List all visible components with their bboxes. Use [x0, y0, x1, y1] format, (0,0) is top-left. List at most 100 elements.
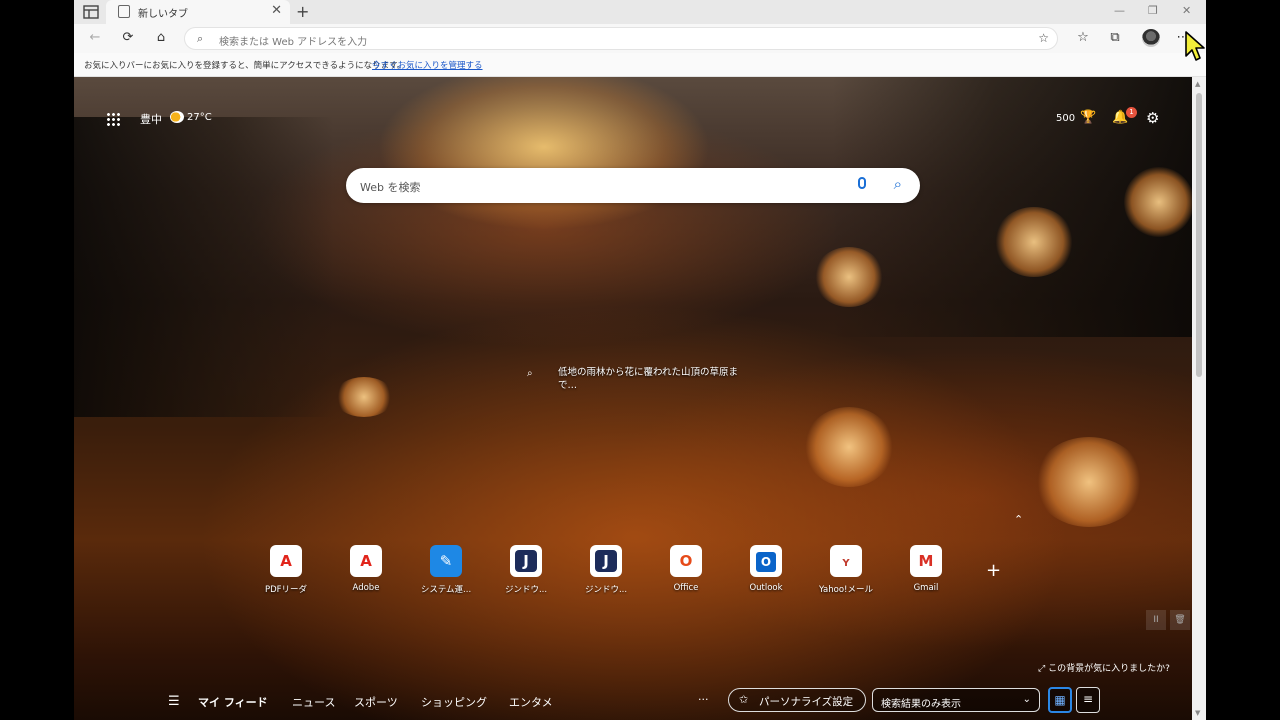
- gear-icon[interactable]: ⚙: [1146, 109, 1159, 127]
- background-flower: [1034, 437, 1144, 527]
- quicklink-label: ジンドウ...: [504, 585, 548, 595]
- manage-favorites-link[interactable]: 今すぐお気に入りを管理する: [372, 59, 483, 71]
- tab-actions-icon[interactable]: [82, 4, 100, 20]
- profile-avatar[interactable]: [1142, 29, 1160, 47]
- expand-icon: ⤢: [1038, 664, 1049, 674]
- like-background-label: この背景が気に入りましたか?: [1048, 664, 1170, 674]
- mouse-cursor-icon: [1185, 31, 1205, 61]
- grid-icon: ▦: [1054, 693, 1066, 707]
- scroll-up-icon[interactable]: ▲: [1195, 80, 1200, 88]
- system-app-icon: ✎: [430, 545, 462, 577]
- feed-bar: ☰ マイ フィード ニュース スポーツ ショッピング エンタメ ··· ✩ パー…: [74, 683, 1192, 720]
- refresh-button[interactable]: ⟳: [119, 30, 137, 45]
- yahoo-mail-icon: Y: [830, 545, 862, 577]
- tab-entertainment[interactable]: エンタメ: [509, 694, 553, 710]
- quick-links: A PDFリーダ A Adobe ✎ システム運... J ジンドウ... J …: [244, 545, 1004, 595]
- outlook-icon: O: [750, 545, 782, 577]
- background-caption[interactable]: 低地の雨林から花に覆われた山頂の草原まで…: [558, 366, 754, 392]
- trophy-icon[interactable]: 🏆: [1080, 110, 1096, 125]
- like-background-link[interactable]: ⤢ この背景が気に入りましたか?: [1038, 661, 1170, 674]
- background-flower: [814, 247, 884, 307]
- image-search-icon[interactable]: ⌕: [527, 368, 533, 379]
- back-button[interactable]: ←: [86, 30, 104, 45]
- tile-glyph: A: [360, 552, 372, 570]
- background-flower: [1124, 167, 1192, 237]
- pause-button[interactable]: II: [1146, 610, 1166, 630]
- search-placeholder: Web を検索: [360, 181, 421, 194]
- list-layout-button[interactable]: ≡: [1076, 687, 1100, 713]
- hamburger-menu-icon[interactable]: ☰: [168, 694, 180, 709]
- trash-icon[interactable]: 🗑: [1170, 610, 1190, 630]
- quicklink[interactable]: O Office: [644, 545, 724, 595]
- quicklink-label: Adobe: [352, 583, 380, 593]
- quicklink[interactable]: M Gmail: [884, 545, 964, 595]
- favorites-bar-message: お気に入りバーにお気に入りを登録すると、簡単にアクセスできるようになります。: [84, 61, 406, 71]
- background-trees-left: [74, 117, 334, 417]
- home-button[interactable]: ⌂: [152, 30, 170, 45]
- quicklink-label: Office: [673, 583, 699, 593]
- quicklink-label: ジンドウ...: [584, 585, 628, 595]
- tile-glyph: O: [756, 552, 776, 572]
- quicklink-label: Gmail: [913, 583, 939, 593]
- microphone-icon[interactable]: [858, 177, 866, 189]
- weather-temperature[interactable]: 27°C: [187, 112, 212, 123]
- jindou-icon: J: [510, 545, 542, 577]
- tab-shopping[interactable]: ショッピング: [421, 694, 487, 710]
- chevron-up-icon[interactable]: ⌃: [1014, 513, 1023, 526]
- pin-icon: ✩: [739, 693, 749, 706]
- tab-my-feed[interactable]: マイ フィード: [198, 694, 268, 710]
- quicklink[interactable]: A PDFリーダ: [244, 545, 324, 595]
- web-search-box[interactable]: Web を検索 ⌕: [346, 168, 920, 203]
- rewards-points[interactable]: 500: [1056, 113, 1075, 124]
- quicklink[interactable]: J ジンドウ...: [564, 545, 644, 595]
- maximize-button[interactable]: ❐: [1148, 4, 1158, 17]
- search-icon: ⌕: [197, 32, 204, 45]
- grid-layout-button[interactable]: ▦: [1048, 687, 1072, 713]
- new-tab-button[interactable]: +: [296, 2, 309, 21]
- add-favorite-icon[interactable]: ☆: [1038, 31, 1049, 45]
- new-tab-favicon-icon: [118, 5, 130, 18]
- pdf-reader-icon: A: [270, 545, 302, 577]
- quicklink[interactable]: J ジンドウ...: [484, 545, 564, 595]
- quicklink[interactable]: O Outlook: [724, 545, 804, 595]
- tab-strip: 新しいタブ ✕ + — ❐ ✕: [74, 0, 1206, 24]
- close-window-button[interactable]: ✕: [1182, 4, 1191, 17]
- add-quicklink-button[interactable]: +: [986, 560, 1001, 581]
- tile-glyph: J: [515, 550, 537, 572]
- new-tab-page: 豊中 27°C 500 🏆 🔔 1 ⚙ Web を検索 ⌕ ⌕ 低地の雨林から花…: [74, 77, 1192, 720]
- weather-location[interactable]: 豊中: [140, 111, 162, 127]
- address-bar[interactable]: ⌕ 検索または Web アドレスを入力 ☆: [184, 27, 1058, 50]
- search-icon[interactable]: ⌕: [894, 175, 902, 193]
- quicklink[interactable]: Y Yahoo!メール: [804, 545, 884, 595]
- minimize-button[interactable]: —: [1114, 4, 1125, 17]
- quicklink-label: PDFリーダ: [264, 585, 308, 595]
- favorites-button[interactable]: ☆: [1074, 30, 1092, 45]
- partly-sunny-icon: [170, 111, 184, 123]
- collections-button[interactable]: ⧉: [1106, 30, 1124, 45]
- tile-glyph: ✎: [439, 552, 453, 570]
- more-tabs-button[interactable]: ···: [698, 693, 709, 706]
- personalize-label: パーソナライズ設定: [759, 696, 854, 708]
- personalize-button[interactable]: ✩ パーソナライズ設定: [728, 688, 866, 712]
- apps-launcher-icon[interactable]: [106, 112, 120, 126]
- view-option-select[interactable]: 検索結果のみ表示 ⌄: [872, 688, 1040, 712]
- tile-glyph: M: [918, 552, 934, 570]
- scrollbar-thumb[interactable]: [1196, 93, 1202, 377]
- favorites-bar: お気に入りバーにお気に入りを登録すると、簡単にアクセスできるようになります。 今…: [74, 53, 1206, 77]
- toolbar: ← ⟳ ⌂ ⌕ 検索または Web アドレスを入力 ☆ ☆ ⧉ ⋯: [74, 24, 1206, 53]
- tile-glyph: O: [679, 552, 693, 570]
- office-icon: O: [670, 545, 702, 577]
- quicklink-label: Outlook: [749, 583, 783, 593]
- quicklink[interactable]: ✎ システム運...: [404, 545, 484, 595]
- chevron-down-icon: ⌄: [1022, 694, 1031, 705]
- tab-sports[interactable]: スポーツ: [354, 694, 398, 710]
- tab-news[interactable]: ニュース: [292, 694, 335, 710]
- scroll-down-icon[interactable]: ▼: [1195, 709, 1200, 717]
- quicklink[interactable]: A Adobe: [324, 545, 404, 595]
- tab-close-icon[interactable]: ✕: [271, 3, 282, 18]
- page-scrollbar[interactable]: ▲ ▼: [1192, 77, 1206, 720]
- tab-new-tab[interactable]: 新しいタブ ✕: [106, 0, 290, 24]
- browser-window: 新しいタブ ✕ + — ❐ ✕ ← ⟳ ⌂ ⌕ 検索または Web アドレスを入…: [74, 0, 1206, 720]
- notification-badge: 1: [1126, 107, 1137, 118]
- list-icon: ≡: [1082, 692, 1094, 706]
